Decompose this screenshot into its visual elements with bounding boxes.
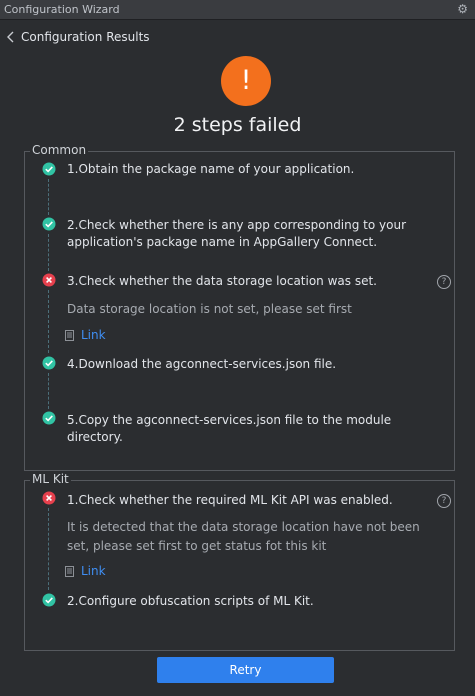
step-text: 2.Configure obfuscation scripts of ML Ki…	[67, 594, 314, 608]
group-label-common: Common	[30, 143, 89, 157]
step-error-detail: Data storage location is not set, please…	[67, 302, 352, 316]
step-help-link[interactable]: Link	[64, 328, 106, 342]
step-connector	[48, 234, 49, 271]
step-connector	[48, 179, 49, 215]
error-circle-icon	[42, 491, 56, 505]
document-icon	[65, 565, 74, 577]
chevron-left-icon[interactable]	[5, 29, 17, 45]
link-label[interactable]: Link	[81, 564, 106, 578]
page-title: Configuration Results	[21, 30, 150, 44]
help-icon[interactable]: ?	[437, 494, 451, 508]
back-navigation[interactable]: Configuration Results	[5, 28, 150, 46]
step-text: 4.Download the agconnect-services.json f…	[67, 357, 337, 371]
group-label-ml-kit: ML Kit	[30, 472, 71, 486]
help-icon[interactable]: ?	[437, 275, 451, 289]
step-text: 1.Check whether the required ML Kit API …	[67, 493, 393, 507]
check-circle-icon	[42, 411, 56, 425]
exclamation-mark: !	[240, 65, 252, 96]
check-circle-icon	[42, 593, 56, 607]
step-text: 3.Check whether the data storage locatio…	[67, 274, 377, 288]
exclamation-icon: !	[221, 56, 271, 106]
step-text: 1.Obtain the package name of your applic…	[67, 162, 355, 176]
step-text: 2.Check whether there is any app corresp…	[67, 218, 407, 249]
document-icon	[65, 329, 74, 341]
step-help-link[interactable]: Link	[64, 564, 106, 578]
check-circle-icon	[42, 162, 56, 176]
step-connector	[48, 290, 49, 353]
gear-icon[interactable]: ⚙	[457, 3, 468, 15]
link-label[interactable]: Link	[81, 328, 106, 342]
retry-button[interactable]: Retry	[157, 657, 334, 683]
check-circle-icon	[42, 356, 56, 370]
error-circle-icon	[42, 273, 56, 287]
check-circle-icon	[42, 217, 56, 231]
window-title: Configuration Wizard	[4, 3, 120, 16]
step-connector	[48, 508, 49, 590]
step-error-detail: It is detected that the data storage loc…	[67, 520, 420, 553]
window-titlebar: Configuration Wizard ⚙	[0, 0, 475, 20]
step-connector	[48, 373, 49, 409]
step-text: 5.Copy the agconnect-services.json file …	[67, 413, 392, 444]
result-headline: 2 steps failed	[173, 114, 302, 136]
